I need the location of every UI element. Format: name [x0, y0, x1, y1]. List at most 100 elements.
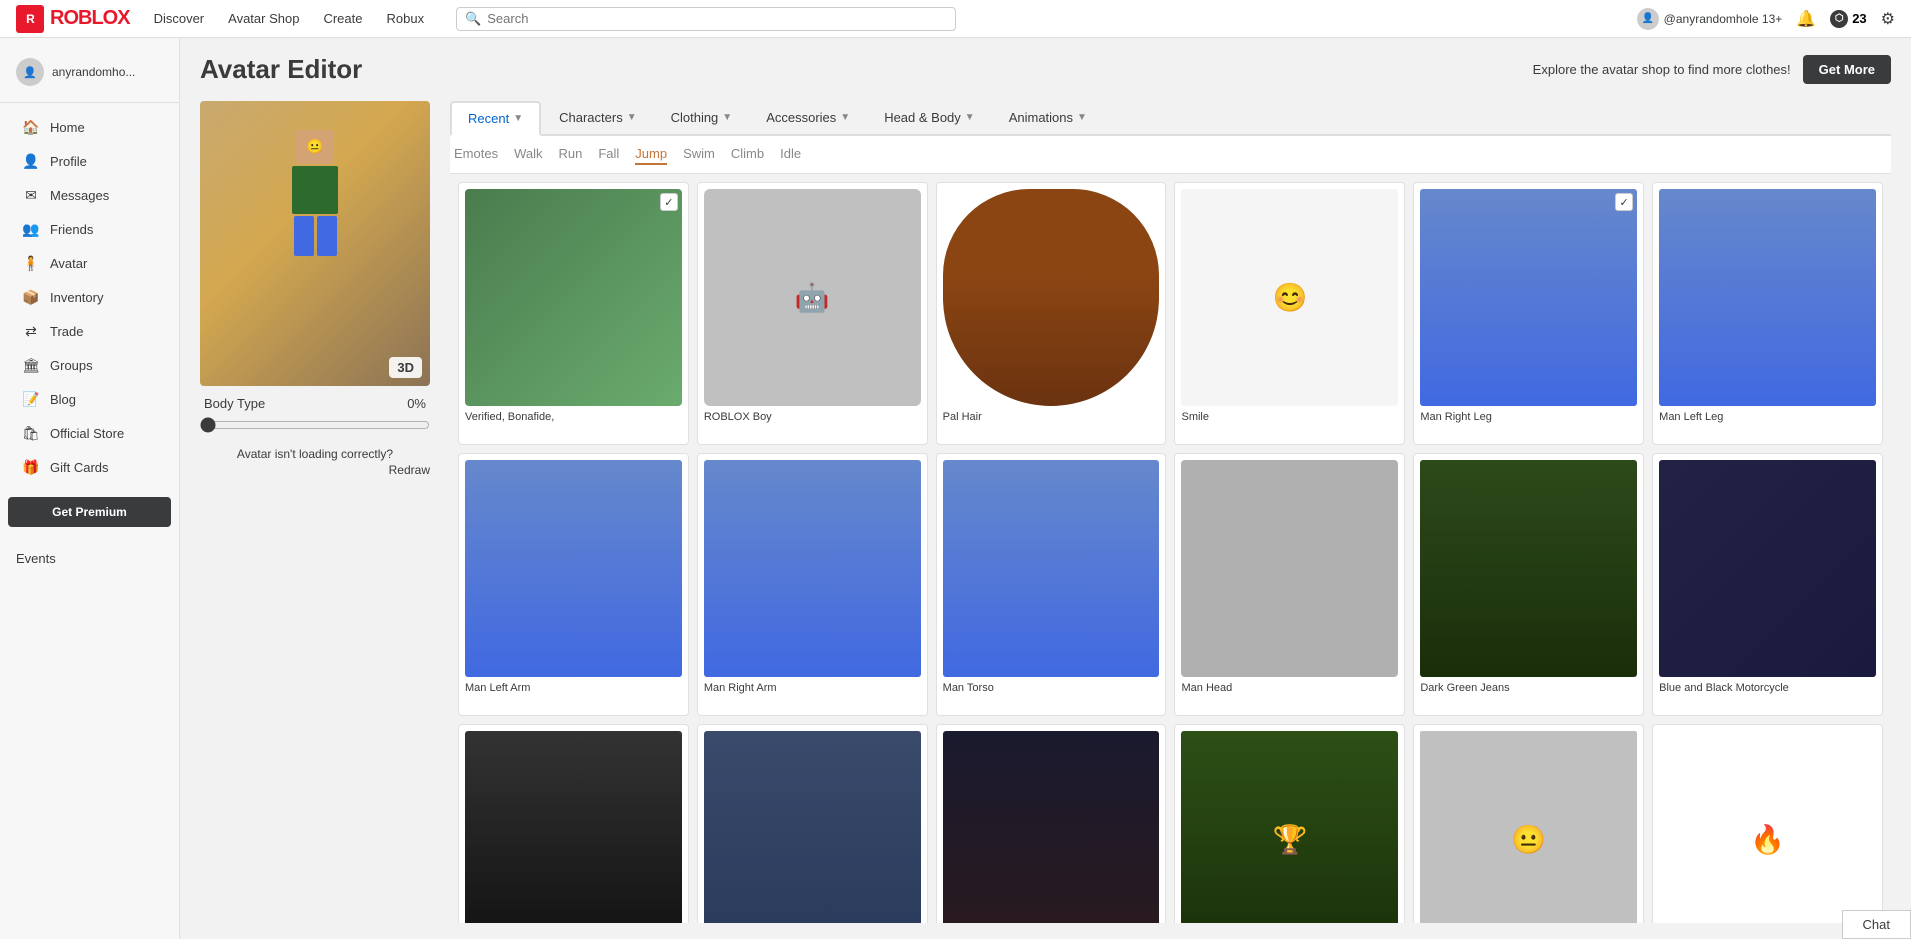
body-type-row: Body Type 0%	[200, 396, 430, 411]
sidebar-label-home: Home	[50, 120, 85, 135]
item-card[interactable]: Dark Green Jeans	[1413, 453, 1644, 716]
tab-headbody[interactable]: Head & Body ▼	[868, 102, 991, 133]
tab-characters-arrow: ▼	[627, 112, 637, 123]
item-card[interactable]: Black Jeans with Sneakers	[458, 724, 689, 923]
robux-count[interactable]: ⬡ 23	[1830, 10, 1866, 28]
item-card[interactable]: ✓ Verified, Bonafide,	[458, 182, 689, 445]
item-image: 😊	[1181, 189, 1398, 406]
gear-icon[interactable]: ⚙	[1881, 9, 1895, 29]
item-card[interactable]: Guitar Tee with Black	[936, 724, 1167, 923]
sidebar-item-trade[interactable]: ⇄ Trade	[6, 315, 173, 348]
tab-animations[interactable]: Animations ▼	[993, 102, 1103, 133]
item-card[interactable]: ✓ Man Right Leg	[1413, 182, 1644, 445]
search-input[interactable]	[487, 11, 947, 26]
item-card[interactable]: 😊 Smile	[1174, 182, 1405, 445]
sidebar-item-events[interactable]: Events	[0, 543, 179, 574]
sub-tab-emotes[interactable]: Emotes	[454, 144, 498, 165]
messages-icon: ✉	[22, 187, 40, 204]
sub-tab-idle[interactable]: Idle	[780, 144, 801, 165]
sub-tab-walk[interactable]: Walk	[514, 144, 542, 165]
tab-accessories[interactable]: Accessories ▼	[750, 102, 866, 133]
blog-icon: 📝	[22, 391, 40, 408]
tab-characters-label: Characters	[559, 110, 623, 125]
redraw-link[interactable]: Redraw	[200, 463, 430, 477]
item-name: ROBLOX Boy	[704, 410, 921, 438]
avatar-leg-left	[294, 216, 314, 256]
item-image: ✓	[465, 189, 682, 406]
item-image	[704, 731, 921, 923]
sidebar-label-messages: Messages	[50, 188, 109, 203]
sidebar-item-groups[interactable]: 🏛 Groups	[6, 349, 173, 382]
sub-tab-run[interactable]: Run	[558, 144, 582, 165]
sidebar-label-blog: Blog	[50, 392, 76, 407]
sub-tab-climb[interactable]: Climb	[731, 144, 764, 165]
inventory-icon: 📦	[22, 289, 40, 306]
nav-user[interactable]: 👤 @anyrandomhole 13+	[1637, 8, 1783, 30]
sidebar-item-avatar[interactable]: 🧍 Avatar	[6, 247, 173, 280]
sub-tab-fall[interactable]: Fall	[598, 144, 619, 165]
item-name: Dark Green Jeans	[1420, 681, 1637, 709]
item-card[interactable]: 🔥 Bloxxer	[1652, 724, 1883, 923]
item-image	[704, 460, 921, 677]
nav-discover[interactable]: Discover	[154, 11, 205, 26]
item-card[interactable]: Man Left Arm	[458, 453, 689, 716]
sub-tab-swim[interactable]: Swim	[683, 144, 715, 165]
sidebar-item-home[interactable]: 🏠 Home	[6, 111, 173, 144]
sidebar: 👤 anyrandomho... 🏠 Home 👤 Profile ✉ Mess…	[0, 38, 180, 939]
item-card[interactable]: Man Right Arm	[697, 453, 928, 716]
sidebar-item-inventory[interactable]: 📦 Inventory	[6, 281, 173, 314]
groups-icon: 🏛	[22, 357, 40, 374]
explore-text: Explore the avatar shop to find more clo…	[1533, 62, 1791, 77]
item-card[interactable]: Blue and Black Motorcycle	[1652, 453, 1883, 716]
sidebar-item-blog[interactable]: 📝 Blog	[6, 383, 173, 416]
item-image	[1659, 189, 1876, 406]
sidebar-item-official-store[interactable]: 🛍 Official Store	[6, 417, 173, 450]
sidebar-item-gift-cards[interactable]: 🎁 Gift Cards	[6, 451, 173, 484]
robux-number: 23	[1852, 11, 1866, 26]
get-more-button[interactable]: Get More	[1803, 55, 1891, 84]
nav-robux[interactable]: Robux	[386, 11, 424, 26]
body-type-slider[interactable]	[200, 417, 430, 433]
sidebar-label-groups: Groups	[50, 358, 93, 373]
item-image: 😐	[1420, 731, 1637, 923]
tab-characters[interactable]: Characters ▼	[543, 102, 652, 133]
item-card[interactable]: Man Torso	[936, 453, 1167, 716]
search-bar[interactable]: 🔍	[456, 7, 956, 31]
robux-icon: ⬡	[1830, 10, 1848, 28]
item-image: 🔥	[1659, 731, 1876, 923]
item-card[interactable]: Jean Shorts with White	[697, 724, 928, 923]
item-card[interactable]: Man Head	[1174, 453, 1405, 716]
item-checkmark: ✓	[1615, 193, 1633, 211]
item-name: Verified, Bonafide,	[465, 410, 682, 438]
sidebar-user: 👤 anyrandomho...	[0, 50, 179, 103]
item-name: Man Right Arm	[704, 681, 921, 709]
tab-headbody-arrow: ▼	[965, 112, 975, 123]
item-card[interactable]: 🏆 Green Jersey	[1174, 724, 1405, 923]
logo[interactable]: R ROBLOX	[16, 5, 130, 33]
friends-icon: 👥	[22, 221, 40, 238]
item-name: Man Left Arm	[465, 681, 682, 709]
trade-icon: ⇄	[22, 323, 40, 340]
nav-create[interactable]: Create	[323, 11, 362, 26]
tab-clothing[interactable]: Clothing ▼	[655, 102, 749, 133]
item-card[interactable]: 😐 Blockhead	[1413, 724, 1644, 923]
nav-avatarshop[interactable]: Avatar Shop	[228, 11, 299, 26]
sidebar-avatar: 👤	[16, 58, 44, 86]
chat-button[interactable]: Chat	[1842, 910, 1911, 939]
sidebar-item-friends[interactable]: 👥 Friends	[6, 213, 173, 246]
tab-clothing-arrow: ▼	[722, 112, 732, 123]
sidebar-item-profile[interactable]: 👤 Profile	[6, 145, 173, 178]
sidebar-item-messages[interactable]: ✉ Messages	[6, 179, 173, 212]
tab-recent[interactable]: Recent ▼	[450, 101, 541, 136]
sub-tab-jump[interactable]: Jump	[635, 144, 667, 165]
bell-icon[interactable]: 🔔	[1796, 9, 1816, 29]
avatar-preview: 😐 3D Body Type 0% Avatar isn't loading c…	[200, 101, 430, 923]
avatar-torso	[292, 166, 338, 214]
item-card[interactable]: Pal Hair	[936, 182, 1167, 445]
item-card[interactable]: Man Left Leg	[1652, 182, 1883, 445]
item-card[interactable]: 🤖 ROBLOX Boy	[697, 182, 928, 445]
avatar: 👤	[1637, 8, 1659, 30]
get-premium-button[interactable]: Get Premium	[8, 497, 171, 527]
items-panel: Recent ▼ Characters ▼ Clothing ▼ Accesso…	[450, 101, 1891, 923]
items-grid-container: ✓ Verified, Bonafide, 🤖 ROBLOX Boy Pal H…	[450, 174, 1891, 923]
